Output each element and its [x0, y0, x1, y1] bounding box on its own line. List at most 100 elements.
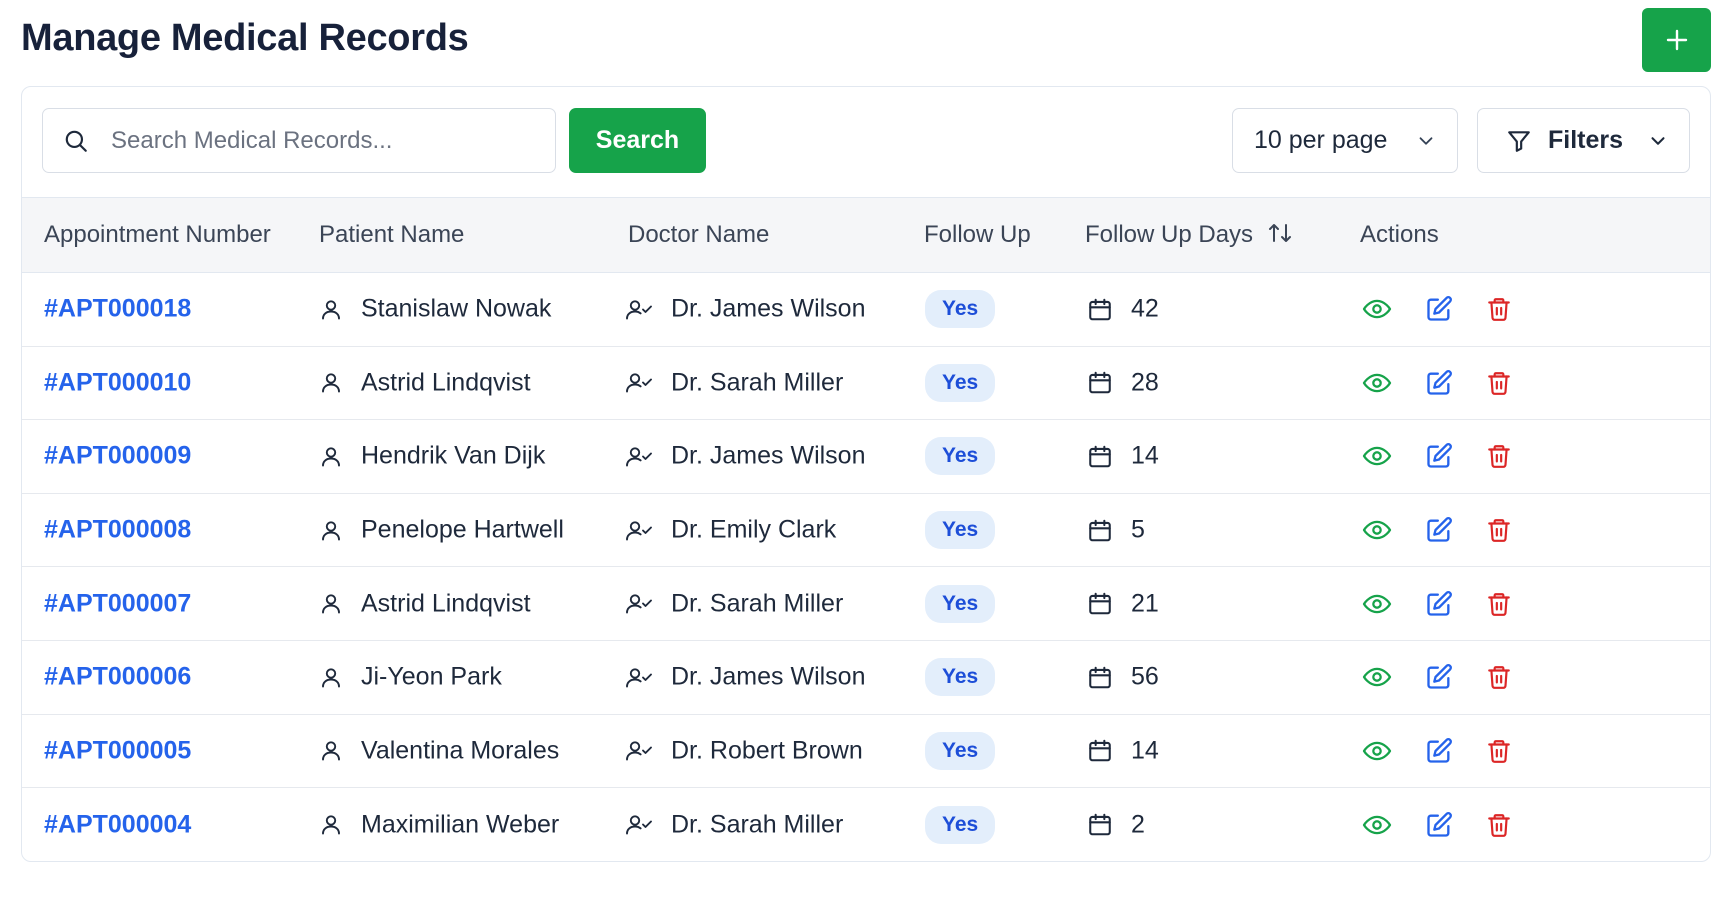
follow-up-days-value: 56: [1131, 662, 1159, 691]
doctor-name: Dr. James Wilson: [671, 294, 866, 323]
appointment-number-link[interactable]: #APT000005: [44, 736, 191, 765]
sort-icon[interactable]: [1267, 221, 1293, 252]
table-body: #APT000018 Stanislaw Nowak Dr. James Wil…: [22, 273, 1710, 861]
patient-name: Valentina Morales: [361, 736, 560, 765]
table-row: #APT000009 Hendrik Van Dijk Dr. James Wi…: [22, 420, 1710, 494]
trash-icon[interactable]: [1486, 516, 1512, 544]
edit-icon[interactable]: [1425, 295, 1453, 323]
edit-icon[interactable]: [1425, 737, 1453, 765]
follow-up-days-value: 2: [1131, 810, 1145, 839]
user-check-icon: [625, 591, 653, 617]
table-row: #APT000004 Maximilian Weber Dr. Sarah Mi…: [22, 788, 1710, 861]
doctor-name: Dr. Emily Clark: [671, 515, 837, 544]
follow-up-badge: Yes: [925, 290, 996, 329]
user-check-icon: [625, 738, 653, 764]
search-input[interactable]: [111, 126, 531, 155]
trash-icon[interactable]: [1486, 369, 1512, 397]
follow-up-badge: Yes: [925, 584, 996, 623]
chevron-down-icon: [1415, 130, 1437, 152]
follow-up-badge: Yes: [925, 731, 996, 770]
trash-icon[interactable]: [1486, 811, 1512, 839]
user-icon: [319, 664, 343, 690]
table-row: #APT000018 Stanislaw Nowak Dr. James Wil…: [22, 273, 1710, 347]
trash-icon[interactable]: [1486, 442, 1512, 470]
calendar-icon: [1087, 738, 1113, 764]
appointment-number-link[interactable]: #APT000009: [44, 442, 191, 471]
header-follow-up-days-label: Follow Up Days: [1085, 221, 1254, 248]
view-eye-icon[interactable]: [1361, 812, 1393, 838]
calendar-icon: [1087, 370, 1113, 396]
calendar-icon: [1087, 443, 1113, 469]
user-icon: [319, 517, 343, 543]
header-doctor-name: Doctor Name: [628, 221, 770, 248]
search-button[interactable]: Search: [569, 108, 706, 173]
patient-name: Stanislaw Nowak: [361, 294, 552, 323]
view-eye-icon[interactable]: [1361, 370, 1393, 396]
appointment-number-link[interactable]: #APT000007: [44, 589, 191, 618]
edit-icon[interactable]: [1425, 811, 1453, 839]
chevron-down-icon: [1647, 130, 1669, 152]
view-eye-icon[interactable]: [1361, 738, 1393, 764]
calendar-icon: [1087, 591, 1113, 617]
trash-icon[interactable]: [1486, 295, 1512, 323]
search-box[interactable]: [42, 108, 556, 173]
doctor-name: Dr. Sarah Miller: [671, 589, 844, 618]
filters-button[interactable]: Filters: [1477, 108, 1690, 173]
header-patient-name: Patient Name: [319, 221, 465, 248]
follow-up-badge: Yes: [925, 363, 996, 402]
toolbar: Search 10 per page Filters: [22, 87, 1710, 197]
calendar-icon: [1087, 517, 1113, 543]
table-row: #APT000005 Valentina Morales Dr. Robert …: [22, 715, 1710, 789]
view-eye-icon[interactable]: [1361, 664, 1393, 690]
follow-up-days-value: 14: [1131, 441, 1159, 470]
calendar-icon: [1087, 812, 1113, 838]
user-icon: [319, 812, 343, 838]
page-title: Manage Medical Records: [21, 17, 469, 59]
edit-icon[interactable]: [1425, 516, 1453, 544]
view-eye-icon[interactable]: [1361, 591, 1393, 617]
patient-name: Astrid Lindqvist: [361, 368, 531, 397]
trash-icon[interactable]: [1486, 590, 1512, 618]
appointment-number-link[interactable]: #APT000004: [44, 810, 191, 839]
trash-icon[interactable]: [1486, 737, 1512, 765]
doctor-name: Dr. James Wilson: [671, 662, 866, 691]
user-icon: [319, 738, 343, 764]
follow-up-days-value: 28: [1131, 368, 1159, 397]
user-check-icon: [625, 443, 653, 469]
doctor-name: Dr. Robert Brown: [671, 736, 863, 765]
table-row: #APT000006 Ji-Yeon Park Dr. James Wilson…: [22, 641, 1710, 715]
view-eye-icon[interactable]: [1361, 517, 1393, 543]
user-check-icon: [625, 664, 653, 690]
appointment-number-link[interactable]: #APT000008: [44, 516, 191, 545]
edit-icon[interactable]: [1425, 590, 1453, 618]
user-icon: [319, 443, 343, 469]
per-page-select[interactable]: 10 per page: [1232, 108, 1458, 173]
patient-name: Penelope Hartwell: [361, 515, 564, 544]
edit-icon[interactable]: [1425, 663, 1453, 691]
trash-icon[interactable]: [1486, 663, 1512, 691]
view-eye-icon[interactable]: [1361, 443, 1393, 469]
appointment-number-link[interactable]: #APT000006: [44, 663, 191, 692]
add-record-button[interactable]: [1642, 8, 1711, 72]
user-icon: [319, 370, 343, 396]
edit-icon[interactable]: [1425, 442, 1453, 470]
user-check-icon: [625, 517, 653, 543]
view-eye-icon[interactable]: [1361, 296, 1393, 322]
per-page-value: 10 per page: [1254, 126, 1388, 154]
appointment-number-link[interactable]: #APT000010: [44, 368, 191, 397]
records-card: Search 10 per page Filters Appointment N…: [21, 86, 1711, 862]
follow-up-days-value: 5: [1131, 515, 1145, 544]
header-follow-up-days[interactable]: Follow Up Days: [1085, 221, 1293, 252]
edit-icon[interactable]: [1425, 369, 1453, 397]
appointment-number-link[interactable]: #APT000018: [44, 295, 191, 324]
follow-up-badge: Yes: [925, 511, 996, 550]
patient-name: Hendrik Van Dijk: [361, 441, 546, 470]
table-row: #APT000008 Penelope Hartwell Dr. Emily C…: [22, 494, 1710, 568]
patient-name: Maximilian Weber: [361, 810, 560, 839]
calendar-icon: [1087, 296, 1113, 322]
filter-icon: [1506, 128, 1532, 154]
table-header: Appointment Number Patient Name Doctor N…: [22, 197, 1710, 273]
header-appointment-number: Appointment Number: [44, 221, 271, 248]
header-actions: Actions: [1360, 221, 1439, 248]
patient-name: Astrid Lindqvist: [361, 589, 531, 618]
